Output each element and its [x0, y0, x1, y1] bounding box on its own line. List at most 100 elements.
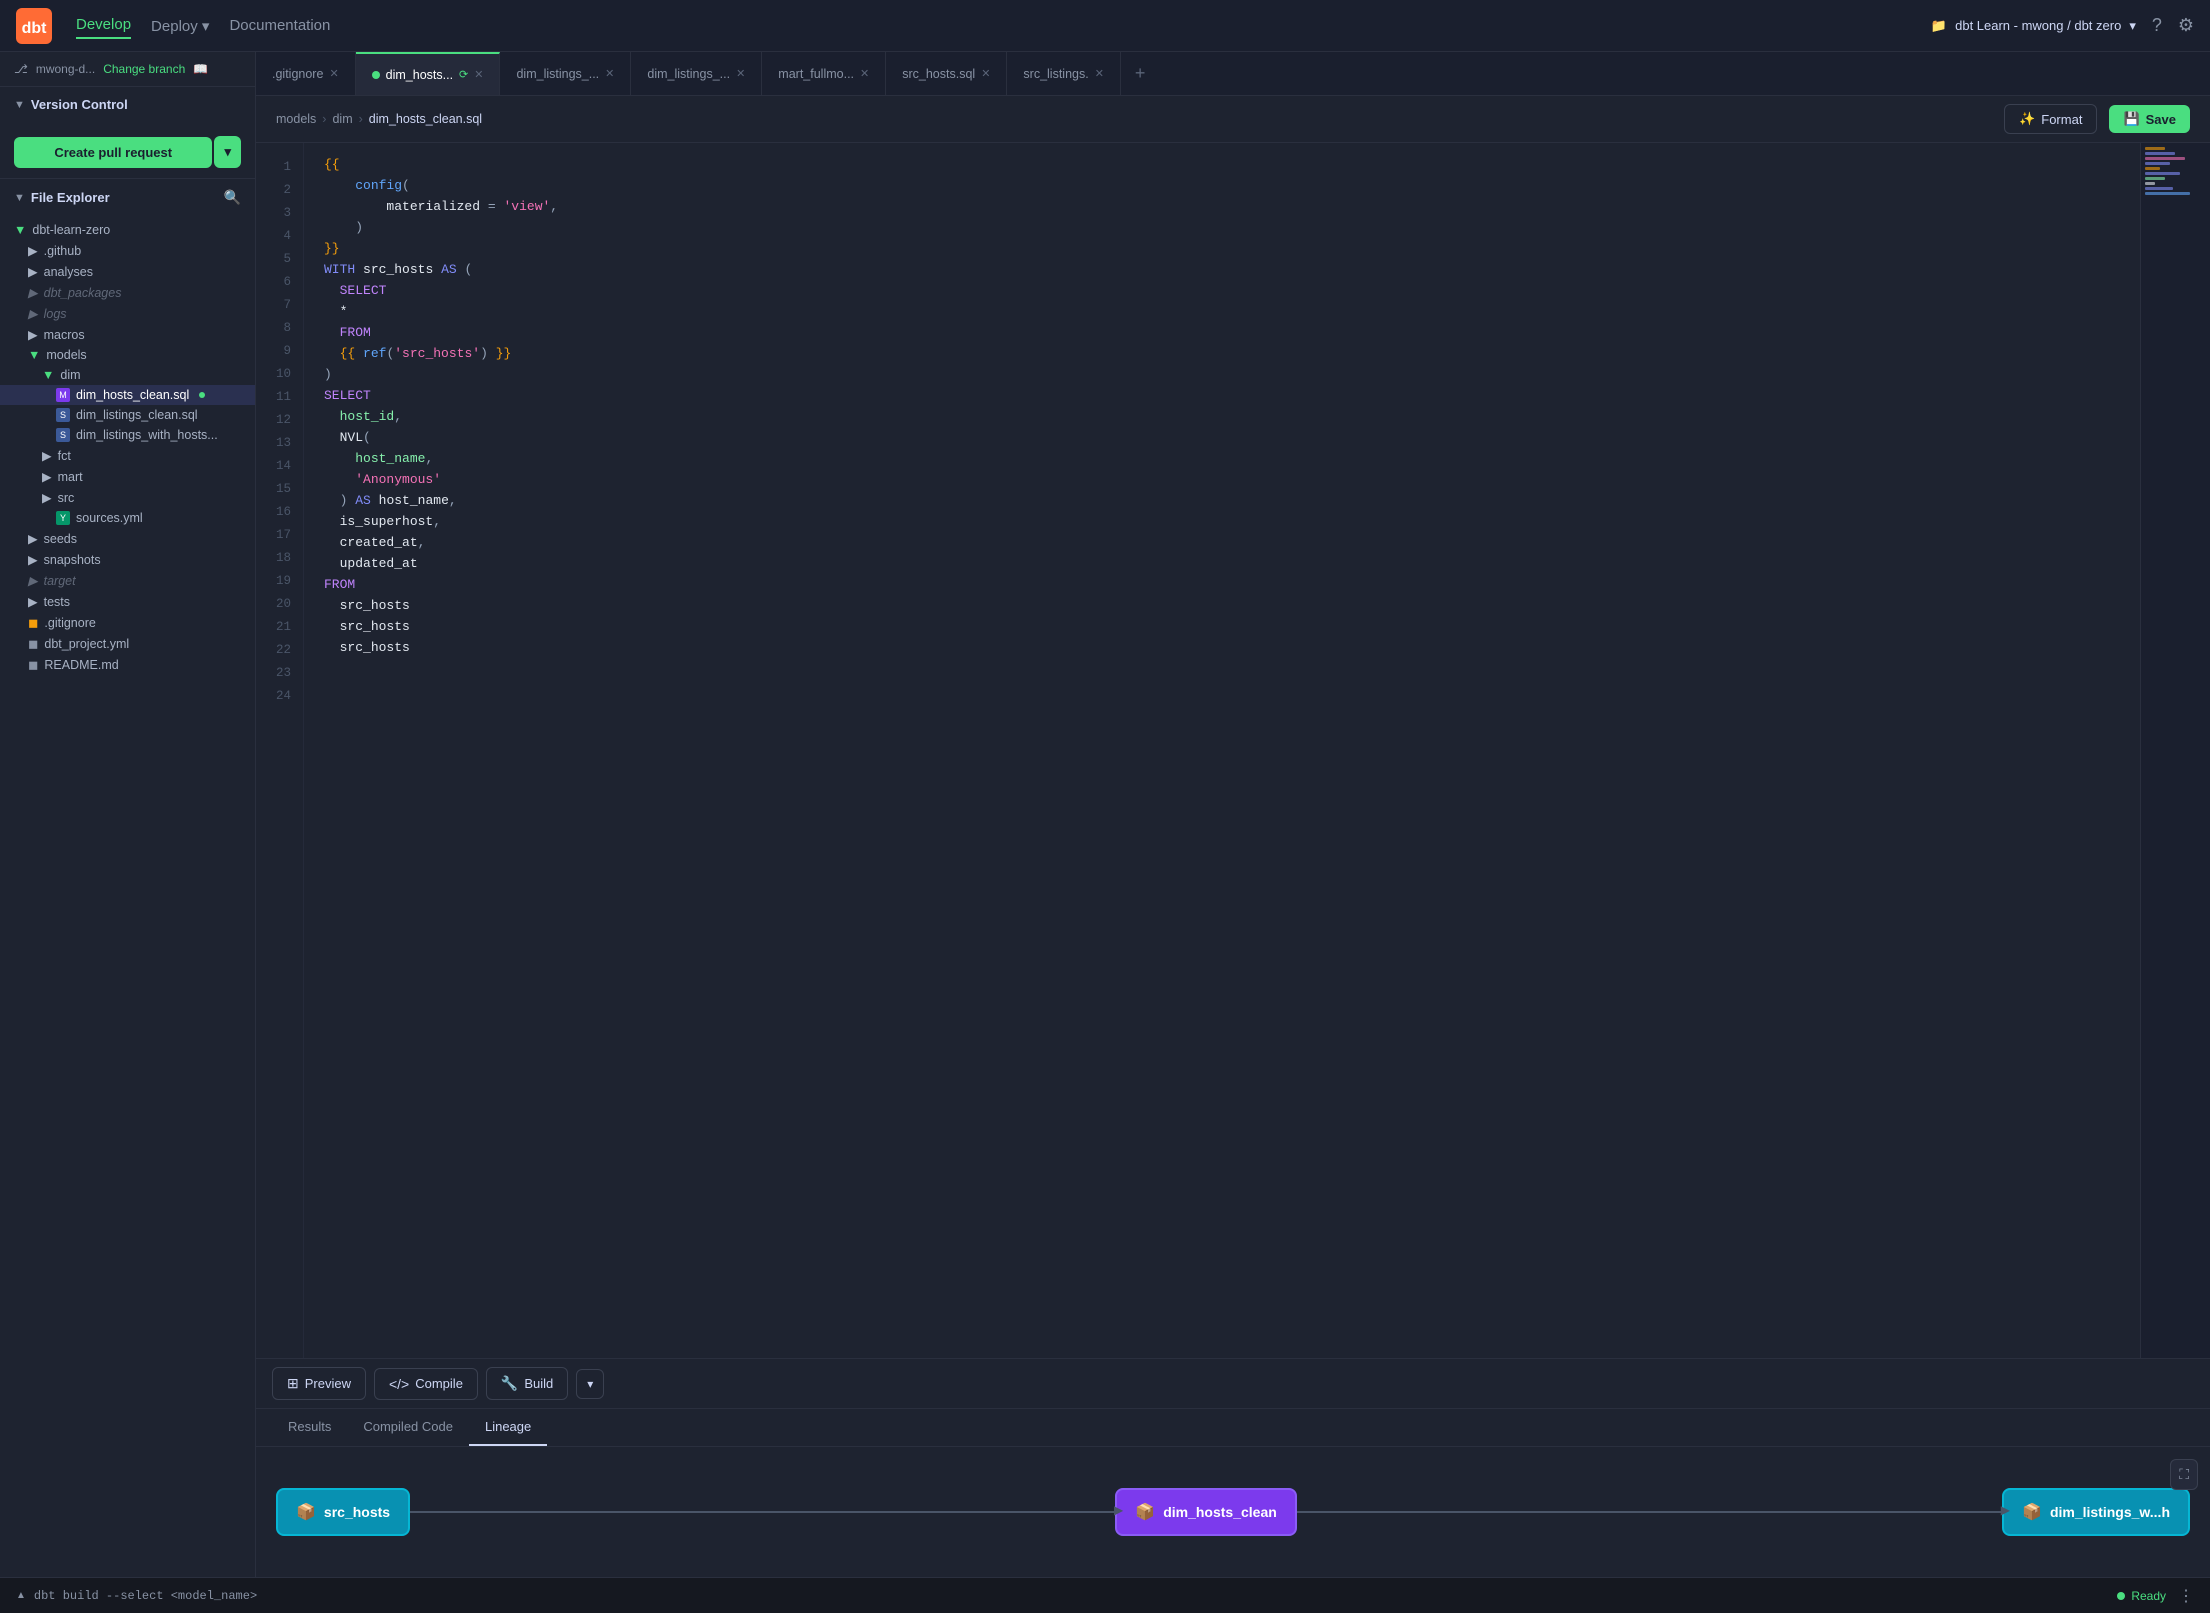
nav-documentation[interactable]: Documentation: [229, 13, 330, 38]
chevron-up-icon[interactable]: ▲: [16, 1590, 26, 1601]
pr-dropdown-button[interactable]: ▾: [214, 136, 241, 168]
lineage-nodes: 📦 src_hosts 📦 dim_hosts_clean 📦: [276, 1488, 2190, 1536]
tab-src-listings[interactable]: src_listings. ✕: [1007, 52, 1121, 95]
tree-item-seeds[interactable]: ▶ seeds: [0, 528, 255, 549]
status-right: Ready ⋮: [2117, 1586, 2194, 1606]
tab-mart-fullmo[interactable]: mart_fullmo... ✕: [762, 52, 886, 95]
nav-develop[interactable]: Develop: [76, 12, 131, 39]
close-icon[interactable]: ✕: [474, 68, 483, 81]
lineage-node-src-hosts[interactable]: 📦 src_hosts: [276, 1488, 410, 1536]
breadcrumb-models[interactable]: models: [276, 112, 316, 126]
add-tab-button[interactable]: +: [1121, 52, 1160, 95]
tree-item-dim-hosts-clean[interactable]: M dim_hosts_clean.sql: [0, 385, 255, 405]
tree-item-sources-yml[interactable]: Y sources.yml: [0, 508, 255, 528]
tree-item-dbt-learn-zero[interactable]: ▼ dbt-learn-zero: [0, 220, 255, 240]
tree-item-tests[interactable]: ▶ tests: [0, 591, 255, 612]
close-icon[interactable]: ✕: [605, 67, 614, 80]
close-icon[interactable]: ✕: [329, 67, 338, 80]
modified-badge: [199, 392, 205, 398]
tree-item-dim-listings-with-hosts[interactable]: S dim_listings_with_hosts...: [0, 425, 255, 445]
preview-button[interactable]: ⊞ Preview: [272, 1367, 366, 1400]
code-line-24: src_hosts: [324, 638, 2120, 659]
lineage-node-dim-listings-w[interactable]: 📦 dim_listings_w...h: [2002, 1488, 2190, 1536]
folder-icon: ▶: [28, 594, 38, 609]
file-explorer-title[interactable]: ▼ File Explorer: [14, 190, 110, 205]
lineage-arrow-1: [410, 1511, 1115, 1513]
tree-item-readme[interactable]: ◼ README.md: [0, 654, 255, 675]
help-button[interactable]: ?: [2152, 15, 2162, 36]
search-icon[interactable]: 🔍: [224, 189, 241, 206]
tab-compiled-code[interactable]: Compiled Code: [347, 1409, 469, 1446]
close-icon[interactable]: ✕: [860, 67, 869, 80]
tab-lineage[interactable]: Lineage: [469, 1409, 547, 1446]
nav-right: 📁 dbt Learn - mwong / dbt zero ▾ ? ⚙: [1931, 15, 2194, 36]
tab-src-hosts[interactable]: src_hosts.sql ✕: [886, 52, 1007, 95]
version-control-header[interactable]: ▼ Version Control: [14, 97, 241, 112]
tree-item-dim-listings-clean[interactable]: S dim_listings_clean.sql: [0, 405, 255, 425]
code-line-3: materialized = 'view',: [324, 197, 2120, 218]
sync-icon: ⟳: [459, 68, 468, 81]
format-button[interactable]: ✨ Format: [2004, 104, 2097, 134]
save-button[interactable]: 💾 Save: [2109, 105, 2190, 133]
breadcrumb-file[interactable]: dim_hosts_clean.sql: [369, 112, 482, 126]
code-line-14: NVL(: [324, 428, 2120, 449]
tree-item-logs[interactable]: ▶ logs: [0, 303, 255, 324]
compile-button[interactable]: </> Compile: [374, 1368, 478, 1400]
code-editor[interactable]: 1 2 3 4 5 6 7 8 9 10 11 12 13 14 15 16 1…: [256, 143, 2210, 1358]
build-button[interactable]: 🔧 Build: [486, 1367, 568, 1400]
tab-dim-hosts[interactable]: dim_hosts... ⟳ ✕: [356, 52, 501, 95]
close-icon[interactable]: ✕: [981, 67, 990, 80]
tree-item-snapshots[interactable]: ▶ snapshots: [0, 549, 255, 570]
tree-item-dim[interactable]: ▼ dim: [0, 365, 255, 385]
file-icon: ◼: [28, 657, 38, 672]
tree-item-fct[interactable]: ▶ fct: [0, 445, 255, 466]
folder-icon: ▶: [28, 264, 38, 279]
tree-item-models[interactable]: ▼ models: [0, 345, 255, 365]
dbt-logo: dbt: [16, 8, 52, 44]
breadcrumb-actions: ✨ Format 💾 Save: [2004, 104, 2190, 134]
folder-icon: ▶: [28, 243, 38, 258]
tree-item-src[interactable]: ▶ src: [0, 487, 255, 508]
fullscreen-button[interactable]: ⛶: [2170, 1459, 2198, 1490]
code-content[interactable]: {{ config( materialized = 'view', ) }} W…: [304, 143, 2140, 1358]
project-selector[interactable]: 📁 dbt Learn - mwong / dbt zero ▾: [1931, 18, 2136, 34]
change-branch-link[interactable]: Change branch: [103, 62, 185, 76]
tab-dim-listings-2[interactable]: dim_listings_... ✕: [631, 52, 762, 95]
tree-item-macros[interactable]: ▶ macros: [0, 324, 255, 345]
ellipsis-icon[interactable]: ⋮: [2178, 1586, 2194, 1606]
tabs-bar: .gitignore ✕ dim_hosts... ⟳ ✕ dim_listin…: [256, 52, 2210, 96]
bottom-panel: ⊞ Preview </> Compile 🔧 Build ▾ Results …: [256, 1358, 2210, 1577]
tree-item-target[interactable]: ▶ target: [0, 570, 255, 591]
close-icon[interactable]: ✕: [736, 67, 745, 80]
tree-item-gitignore[interactable]: ◼ .gitignore: [0, 612, 255, 633]
create-pr-button[interactable]: Create pull request: [14, 137, 212, 168]
folder-icon: ▶: [42, 490, 52, 505]
modified-indicator: [372, 71, 380, 79]
folder-icon: ▶: [28, 306, 38, 321]
tab-gitignore[interactable]: .gitignore ✕: [256, 52, 356, 95]
nav-deploy[interactable]: Deploy ▾: [151, 13, 209, 39]
lineage-node-dim-hosts-clean[interactable]: 📦 dim_hosts_clean: [1115, 1488, 1297, 1536]
code-line-19: created_at,: [324, 533, 2120, 554]
branch-bar: ⎇ mwong-d... Change branch 📖: [0, 52, 255, 87]
file-icon: ◼: [28, 636, 38, 651]
code-line-17: ) AS host_name,: [324, 491, 2120, 512]
close-icon[interactable]: ✕: [1095, 67, 1104, 80]
tree-item-dbt-project-yml[interactable]: ◼ dbt_project.yml: [0, 633, 255, 654]
cube-icon: 📦: [1135, 1502, 1155, 1522]
version-control-title: Version Control: [31, 97, 128, 112]
tree-item-github[interactable]: ▶ .github: [0, 240, 255, 261]
breadcrumb-dim[interactable]: dim: [332, 112, 352, 126]
table-icon: ⊞: [287, 1375, 299, 1392]
tab-results[interactable]: Results: [272, 1409, 347, 1446]
tree-item-analyses[interactable]: ▶ analyses: [0, 261, 255, 282]
tree-item-dbt-packages[interactable]: ▶ dbt_packages: [0, 282, 255, 303]
editor-area: .gitignore ✕ dim_hosts... ⟳ ✕ dim_listin…: [256, 52, 2210, 1577]
code-line-20: updated_at: [324, 554, 2120, 575]
bottom-toolbar: ⊞ Preview </> Compile 🔧 Build ▾: [256, 1359, 2210, 1409]
tab-dim-listings-1[interactable]: dim_listings_... ✕: [500, 52, 631, 95]
tree-item-mart[interactable]: ▶ mart: [0, 466, 255, 487]
build-dropdown-button[interactable]: ▾: [576, 1369, 604, 1399]
settings-button[interactable]: ⚙: [2178, 15, 2194, 36]
minimap: [2140, 143, 2210, 1358]
